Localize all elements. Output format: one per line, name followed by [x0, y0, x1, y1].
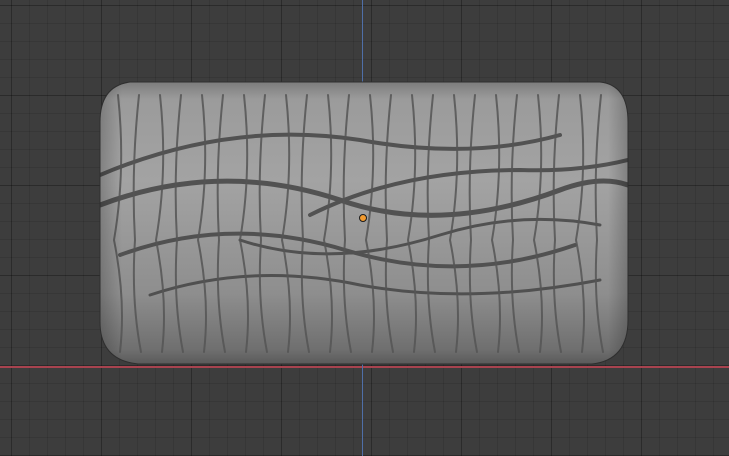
tire-mesh[interactable] — [0, 0, 729, 456]
object-origin-dot[interactable] — [359, 214, 367, 222]
3d-viewport[interactable] — [0, 0, 729, 456]
